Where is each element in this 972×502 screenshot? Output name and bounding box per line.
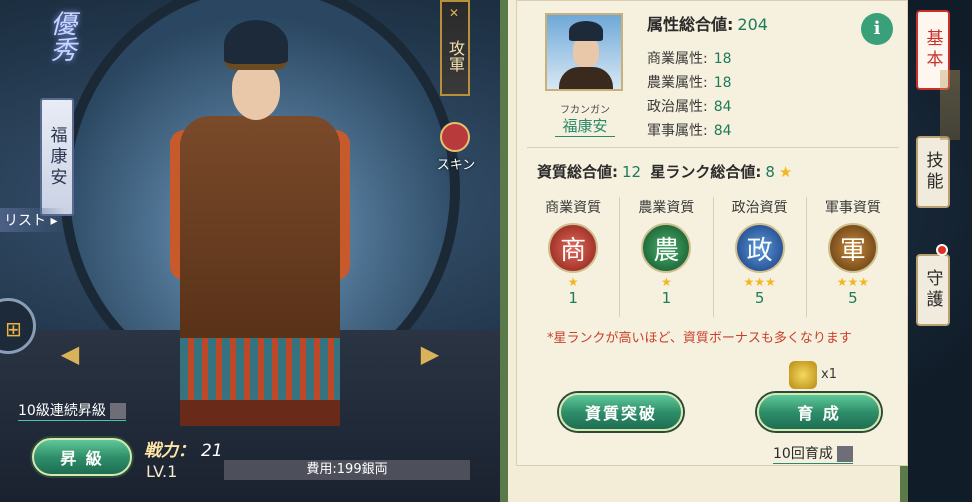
training-item-icon bbox=[789, 361, 817, 389]
aptitude-label: 政治資質 bbox=[731, 200, 788, 216]
attribute-total-value: 204 bbox=[737, 15, 768, 34]
attribute-row: 軍事属性: 84 bbox=[647, 119, 732, 143]
hero-name: 福康安 bbox=[555, 115, 615, 137]
plum-branch-decoration bbox=[940, 70, 960, 140]
ten-level-upgrade-toggle[interactable]: 10級連続昇級 bbox=[18, 400, 126, 421]
skin-pot-icon bbox=[440, 122, 470, 152]
politics-medal-icon: 政 bbox=[734, 223, 785, 273]
tab-guard[interactable]: 守護 bbox=[916, 254, 950, 326]
skin-button[interactable]: スキン bbox=[430, 122, 482, 173]
aptitude-label: 商業資質 bbox=[545, 200, 602, 216]
attribute-panel-inner: フカンガン 福康安 属性総合値: 204 商業属性: 18 農業属性: 18 政治属性… bbox=[516, 0, 908, 466]
aptitude-label: 農業資質 bbox=[638, 200, 695, 216]
attribute-row: 農業属性: 18 bbox=[647, 71, 732, 95]
aptitude-value: 1 bbox=[661, 289, 672, 307]
attribute-total: 属性総合値: 204 bbox=[647, 11, 768, 35]
prev-hero-arrow[interactable]: ◀ bbox=[40, 340, 100, 368]
list-button[interactable]: リスト ▸ bbox=[0, 208, 66, 232]
aptitude-commerce[interactable]: 商業資質 商 ★ 1 bbox=[527, 197, 621, 317]
strength-value: 21 bbox=[201, 441, 223, 461]
character-robe-hem bbox=[180, 338, 340, 408]
game-screen: 優秀 福康安 リスト ▸ ⊞ ◀ ▶ ✕ 攻軍 スキン 10級連続昇級 昇 級 … bbox=[0, 0, 972, 502]
agriculture-medal-icon: 農 bbox=[641, 223, 692, 273]
title-calligraphy: 優秀 bbox=[46, 10, 76, 62]
hero-level: LV.1 bbox=[146, 462, 178, 481]
aptitude-value: 5 bbox=[848, 289, 858, 307]
quality-total-value: 12 bbox=[622, 163, 642, 181]
info-icon[interactable]: i bbox=[861, 13, 893, 45]
aptitude-stars: ★★★ bbox=[836, 275, 870, 289]
promote-button[interactable]: 昇 級 bbox=[32, 438, 132, 476]
attribute-list: 商業属性: 18 農業属性: 18 政治属性: 84 軍事属性: 84 bbox=[647, 47, 732, 143]
next-hero-arrow[interactable]: ▶ bbox=[400, 340, 460, 368]
ten-train-checkbox[interactable] bbox=[836, 446, 853, 462]
attribute-value: 18 bbox=[713, 51, 732, 67]
portrait-body bbox=[559, 67, 613, 89]
attack-tab-label: 攻軍 bbox=[446, 40, 465, 72]
commerce-medal-icon: 商 bbox=[548, 223, 599, 273]
pattern-icon: ⊞ bbox=[5, 317, 22, 341]
hero-name-reading: フカンガン bbox=[560, 105, 610, 116]
skin-label: スキン bbox=[436, 158, 476, 173]
quality-summary: 資質総合値: 12 星ランク総合値: 8 ★ bbox=[537, 161, 792, 182]
aptitude-agriculture[interactable]: 農業資質 農 ★ 1 bbox=[620, 197, 714, 317]
star-icon: ★ bbox=[778, 163, 793, 181]
portrait-face bbox=[573, 37, 599, 67]
attribute-row: 商業属性: 18 bbox=[647, 47, 732, 71]
attribute-value: 84 bbox=[713, 99, 732, 115]
section-divider bbox=[527, 147, 899, 148]
character-face bbox=[232, 64, 280, 120]
aptitude-politics[interactable]: 政治資質 政 ★★★ 5 bbox=[714, 197, 807, 317]
hero-name-plaque: 福康安 bbox=[40, 98, 74, 216]
hero-portrait bbox=[545, 13, 623, 91]
aptitude-military[interactable]: 軍事資質 軍 ★★★ 5 bbox=[807, 197, 899, 317]
star-rank-note: *星ランクが高いほど、資質ボーナスも多くなります bbox=[547, 331, 852, 346]
aptitude-stars: ★ bbox=[660, 275, 672, 289]
ten-train-toggle[interactable]: 10回育成 bbox=[773, 443, 853, 464]
attribute-label: 政治属性: bbox=[647, 99, 708, 115]
star-total-value: 8 bbox=[765, 163, 775, 181]
attribute-total-label: 属性総合値: bbox=[647, 15, 734, 34]
attack-army-tab[interactable]: ✕ 攻軍 bbox=[440, 0, 470, 96]
aptitude-grid: 商業資質 商 ★ 1 農業資質 農 ★ 1 政治資質 政 ★★★ 5 軍事資質 … bbox=[527, 197, 899, 317]
character-hat bbox=[224, 20, 288, 70]
notification-dot bbox=[936, 244, 948, 256]
aptitude-value: 5 bbox=[754, 289, 765, 307]
attribute-row: 政治属性: 84 bbox=[647, 95, 732, 119]
hero-character bbox=[170, 20, 350, 440]
attribute-label: 軍事属性: bbox=[647, 123, 708, 139]
hero-title-banner: 優秀 福康安 bbox=[28, 10, 80, 220]
aptitude-stars: ★ bbox=[567, 275, 579, 289]
crossed-swords-icon: ✕ bbox=[449, 6, 460, 20]
strength-row: 戦力： 21 bbox=[144, 436, 223, 461]
attribute-panel: フカンガン 福康安 属性総合値: 204 商業属性: 18 農業属性: 18 政治属性… bbox=[500, 0, 908, 502]
ten-level-checkbox[interactable] bbox=[109, 403, 126, 419]
training-item-count: x1 bbox=[821, 367, 837, 382]
aptitude-stars: ★★★ bbox=[743, 275, 776, 289]
ten-level-label: 10級連続昇級 bbox=[18, 403, 106, 419]
ten-train-label: 10回育成 bbox=[773, 446, 833, 462]
strength-label: 戦力： bbox=[144, 441, 195, 461]
aptitude-label: 軍事資質 bbox=[824, 200, 881, 216]
attribute-value: 84 bbox=[713, 123, 732, 139]
military-medal-icon: 軍 bbox=[827, 223, 878, 273]
portrait-hat bbox=[569, 21, 603, 41]
list-label: リスト bbox=[4, 213, 46, 229]
aptitude-breakthrough-button[interactable]: 資質突破 bbox=[559, 393, 683, 431]
upgrade-cost: 費用:199銀両 bbox=[224, 460, 470, 480]
aptitude-value: 1 bbox=[568, 289, 578, 307]
attribute-value: 18 bbox=[713, 75, 732, 91]
quality-total-label: 資質総合値: bbox=[537, 163, 618, 181]
character-robe-bottom bbox=[180, 400, 340, 426]
star-total-label: 星ランク総合値: bbox=[650, 163, 762, 181]
tab-skill[interactable]: 技能 bbox=[916, 136, 950, 208]
train-button[interactable]: 育 成 bbox=[757, 393, 881, 431]
attribute-label: 商業属性: bbox=[647, 51, 708, 67]
attribute-label: 農業属性: bbox=[647, 75, 708, 91]
